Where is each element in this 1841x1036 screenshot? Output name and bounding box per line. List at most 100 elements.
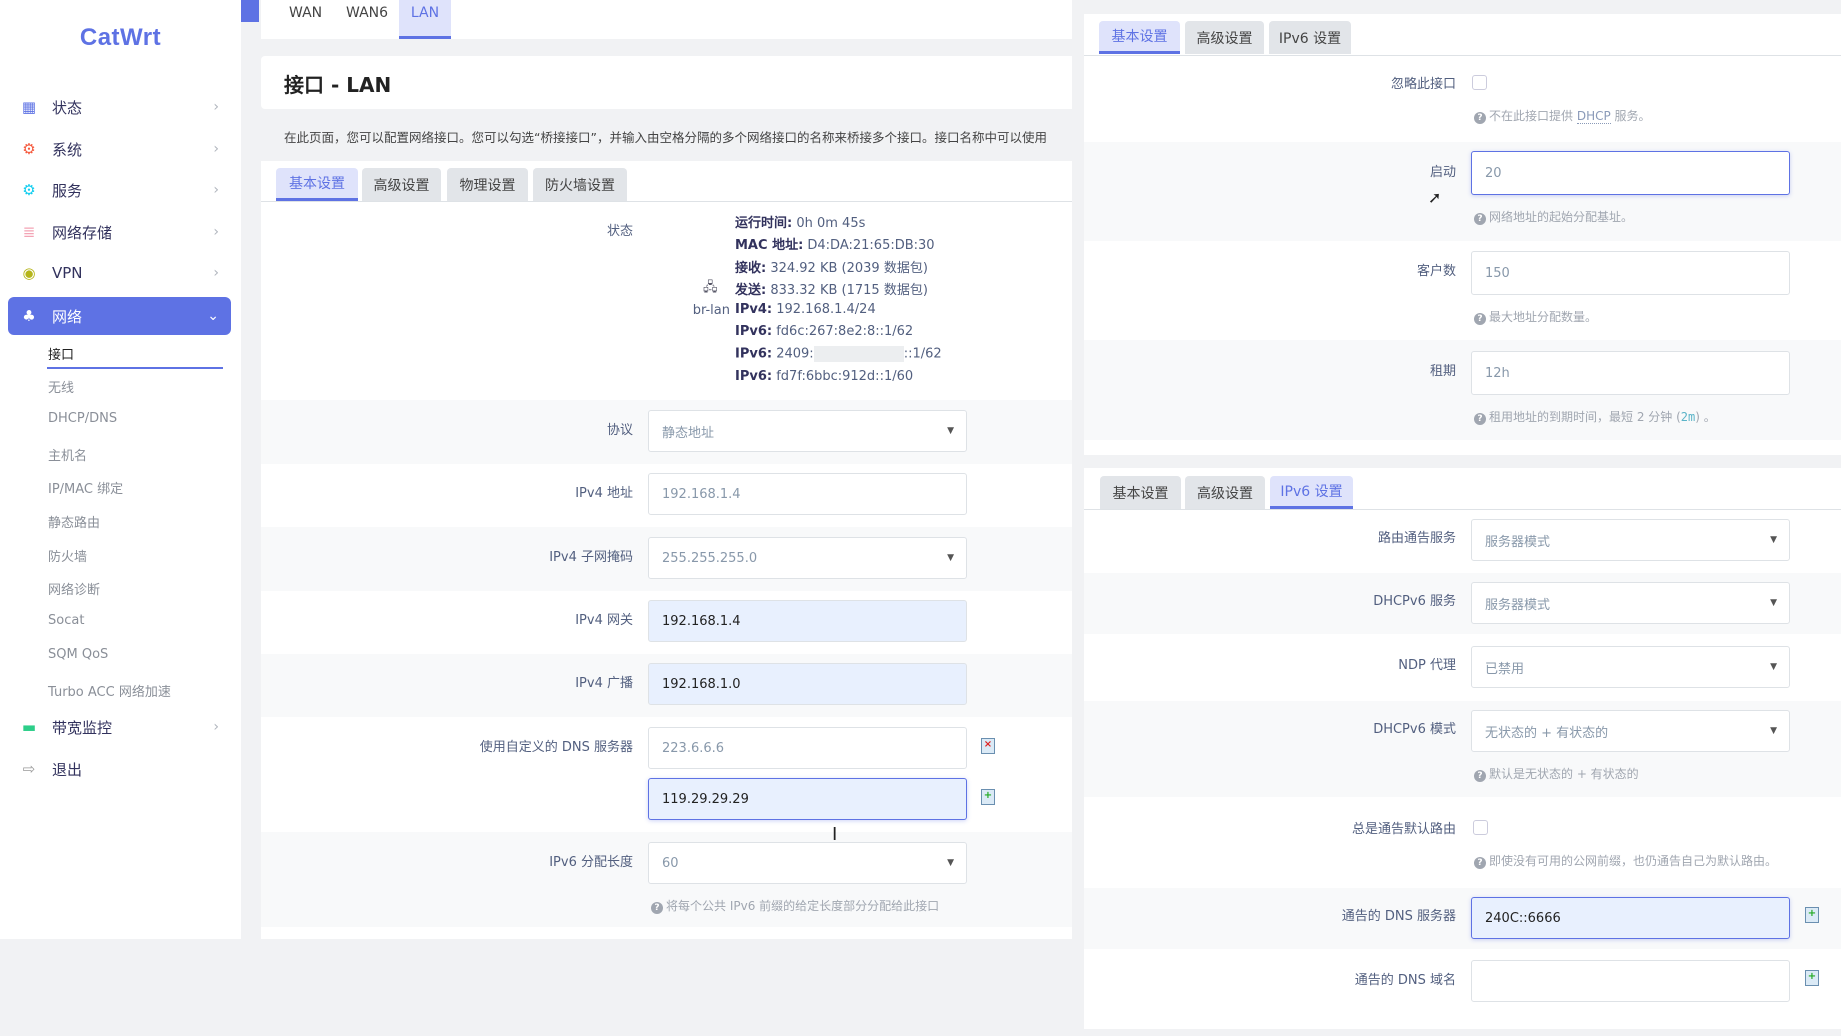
ipv4-gateway-label: IPv4 网关 (575, 613, 633, 628)
sidebar-item-bandwidth[interactable]: ▬ 带宽监控 › (8, 708, 231, 746)
chevron-right-icon: › (213, 99, 219, 115)
start-input[interactable]: 20 (1471, 151, 1790, 195)
tab-advanced[interactable]: 高级设置 (362, 168, 441, 201)
sub-item-hostnames[interactable]: 主机名 (48, 445, 87, 464)
sub-item-wireless[interactable]: 无线 (48, 377, 74, 396)
ra-select[interactable]: 服务器模式 ▼ (1471, 519, 1790, 561)
ndp-select[interactable]: 已禁用 ▼ (1471, 646, 1790, 688)
help-icon: ? (651, 902, 663, 914)
sub-item-turboacc[interactable]: Turbo ACC 网络加速 (48, 681, 171, 700)
redacted-block (813, 346, 904, 362)
tab-basic[interactable]: 基本设置 (1100, 476, 1181, 509)
ipv4-broadcast-input[interactable]: 192.168.1.0 (648, 663, 967, 705)
lease-label: 租期 (1429, 364, 1456, 379)
caret-down-icon: ▼ (947, 553, 954, 563)
lease-input[interactable]: 12h (1471, 351, 1790, 395)
sidebar-item-storage[interactable]: ≣ 网络存储 › (8, 213, 231, 251)
ra-label: 路由通告服务 (1377, 531, 1456, 546)
hint-text: 将每个公共 IPv6 前缀的给定长度部分分配给此接口 (666, 899, 940, 913)
sub-item-firewall[interactable]: 防火墙 (48, 546, 87, 565)
help-icon: ? (1474, 770, 1486, 782)
tab-wan[interactable]: WAN (289, 5, 322, 21)
caret-down-icon: ▼ (1770, 662, 1777, 672)
sidebar-item-status[interactable]: ▦ 状态 › (8, 88, 231, 126)
tab-ipv6[interactable]: IPv6 设置 (1270, 476, 1353, 509)
ipv6-suffix: ::1/62 (903, 346, 942, 362)
tab-ipv6[interactable]: IPv6 设置 (1269, 21, 1351, 54)
mac-value: D4:DA:21:65:DB:30 (803, 238, 935, 253)
uptime-value: 0h 0m 45s (792, 216, 866, 231)
chevron-right-icon: › (213, 224, 219, 240)
ipv4-value: 192.168.1.4/24 (772, 302, 876, 317)
dhcpv6-select[interactable]: 服务器模式 ▼ (1471, 582, 1790, 624)
label: 服务 (52, 181, 83, 200)
tab-lan[interactable]: LAN (399, 0, 451, 39)
ipv4-addr-input[interactable]: 192.168.1.4 (648, 473, 967, 515)
caret-down-icon: ▼ (1770, 726, 1777, 736)
dhcpv6-mode-select[interactable]: 无状态的 + 有状态的 ▼ (1471, 710, 1790, 752)
add-entry-icon[interactable]: + (981, 789, 995, 805)
value: 255.255.255.0 (662, 550, 758, 566)
network-icon: ♣ (22, 307, 36, 325)
sidebar-item-system[interactable]: ⚙ 系统 › (8, 130, 231, 168)
ipv6-key: IPv6: (735, 324, 773, 339)
divider (261, 201, 1072, 202)
protocol-select[interactable]: 静态地址 ▼ (648, 410, 967, 452)
ra-dns-label: 通告的 DNS 服务器 (1341, 909, 1456, 924)
divider (1084, 509, 1841, 510)
page-title: 接口 - LAN (284, 73, 392, 97)
add-entry-icon[interactable]: + (1805, 970, 1819, 986)
sidebar-item-logout[interactable]: ⇨ 退出 (8, 750, 231, 788)
status-label: 状态 (606, 224, 633, 239)
limit-input[interactable]: 150 (1471, 251, 1790, 295)
sidebar-item-services[interactable]: ⚙ 服务 › (8, 171, 231, 209)
sub-item-dhcp[interactable]: DHCP/DNS (48, 411, 117, 426)
ignore-hint: ? 不在此接口提供 DHCP 服务。 (1474, 107, 1651, 124)
dhcpv6-mode-hint: ? 默认是无状态的 + 有状态的 (1474, 765, 1639, 782)
mac-key: MAC 地址: (735, 238, 804, 253)
sidebar-item-network[interactable]: ♣ 网络 ⌄ (8, 297, 231, 335)
hint-text: 不在此接口提供 (1489, 109, 1577, 123)
tab-firewall[interactable]: 防火墙设置 (533, 168, 627, 201)
ra-dns-input[interactable]: 240C::6666 (1471, 897, 1790, 939)
tab-advanced[interactable]: 高级设置 (1185, 21, 1264, 54)
sub-item-sqm[interactable]: SQM QoS (48, 647, 108, 662)
label: 带宽监控 (52, 718, 113, 737)
page-description: 在此页面，您可以配置网络接口。您可以勾选“桥接接口”，并输入由空格分隔的多个网络… (284, 130, 1047, 145)
hint-text: ) 。 (1695, 410, 1716, 424)
sub-item-diagnostics[interactable]: 网络诊断 (48, 579, 100, 598)
remove-entry-icon[interactable]: × (981, 738, 995, 754)
label: 状态 (52, 98, 83, 117)
dns-input-2[interactable]: 119.29.29.29 (648, 778, 967, 820)
help-icon: ? (1474, 213, 1486, 225)
add-entry-icon[interactable]: + (1805, 907, 1819, 923)
sub-item-ipmac[interactable]: IP/MAC 绑定 (48, 478, 123, 497)
ipv6-value: fd6c:267:8e2:8::1/62 (772, 324, 914, 339)
tab-physical[interactable]: 物理设置 (447, 168, 528, 201)
tab-basic[interactable]: 基本设置 (276, 168, 358, 201)
ipv4-broadcast-label: IPv4 广播 (575, 676, 633, 691)
dns-input-1[interactable]: 223.6.6.6 (648, 727, 967, 769)
limit-hint: ? 最大地址分配数量。 (1474, 308, 1597, 325)
logout-icon: ⇨ (22, 760, 36, 778)
help-icon: ? (1474, 313, 1486, 325)
default-route-checkbox[interactable] (1473, 820, 1488, 835)
ipv6-value: fd7f:6bbc:912d::1/60 (772, 369, 914, 384)
hint-text: 最大地址分配数量。 (1489, 310, 1598, 324)
tab-advanced[interactable]: 高级设置 (1185, 476, 1265, 509)
ra-domain-input[interactable] (1471, 960, 1790, 1002)
ipv4-gateway-input[interactable]: 192.168.1.4 (648, 600, 967, 642)
sub-item-routes[interactable]: 静态路由 (48, 512, 100, 531)
sub-item-interfaces[interactable]: 接口 (48, 344, 74, 363)
sidebar-item-vpn[interactable]: ◉ VPN › (8, 254, 231, 292)
ipv6-assign-select[interactable]: 60 ▼ (648, 842, 967, 884)
dhcpv6-label: DHCPv6 服务 (1373, 594, 1456, 609)
tab-basic[interactable]: 基本设置 (1099, 21, 1180, 54)
ignore-checkbox[interactable] (1472, 75, 1487, 90)
ipv4-mask-select[interactable]: 255.255.255.0 ▼ (648, 537, 967, 579)
tab-wan6[interactable]: WAN6 (346, 5, 388, 21)
default-route-label: 总是通告默认路由 (1351, 822, 1456, 837)
chevron-right-icon: › (213, 265, 219, 281)
sub-item-socat[interactable]: Socat (48, 613, 84, 628)
dhcpv6-mode-label: DHCPv6 模式 (1373, 722, 1456, 737)
